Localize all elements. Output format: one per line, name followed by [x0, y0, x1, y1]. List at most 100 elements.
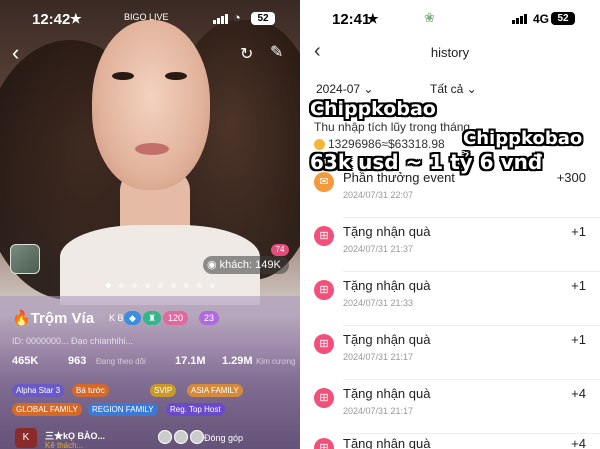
pager-dot[interactable]	[158, 283, 163, 288]
row-date: 2024/07/31 21:37	[343, 244, 414, 254]
back-icon[interactable]: ‹	[12, 40, 19, 66]
gift-icon: ⊞	[314, 388, 334, 408]
event-icon: ✉	[314, 172, 334, 192]
profile-photo-eye-right	[165, 72, 187, 80]
viewers-pill[interactable]: ◉ khách: 149K	[203, 256, 289, 274]
gift-icon: ⊞	[314, 438, 334, 449]
stat-value: 17.1M	[175, 355, 206, 367]
pager-dot[interactable]	[210, 283, 215, 288]
stat-value: 963	[68, 355, 87, 367]
stat-label: Kim cương	[256, 357, 296, 366]
edit-icon[interactable]: ✎	[270, 42, 283, 62]
gifter-avatar	[174, 430, 188, 444]
profile-tag[interactable]: GLOBAL FAMILY	[12, 403, 82, 416]
gift-icon: ⊞	[314, 280, 334, 300]
pager-dot[interactable]	[106, 283, 111, 288]
app-brand: BIGO LIVE	[124, 12, 169, 22]
row-date: 2024/07/31 21:33	[343, 298, 414, 308]
signal-icon	[512, 14, 527, 24]
pager-dot[interactable]	[171, 283, 176, 288]
profile-name: 🔥Trộm Vía	[12, 310, 95, 327]
signal-icon	[213, 14, 228, 24]
thumbnail-avatar[interactable]	[10, 244, 40, 274]
profile-tag[interactable]: REGION FAMILY	[88, 403, 158, 416]
profile-photo-lips	[135, 143, 169, 155]
contribute-link[interactable]: Đóng góp	[204, 433, 243, 443]
profile-tag[interactable]: Reg. Top Host	[166, 403, 225, 416]
history-row[interactable]: ⊞ Tặng nhận quà +4	[300, 430, 600, 449]
wifi-icon: ◔	[233, 10, 241, 25]
network-type: 4G	[533, 12, 550, 26]
gift-icon: ⊞	[314, 226, 334, 246]
type-filter[interactable]: Tất cả ⌄	[430, 82, 477, 96]
gifter-avatar	[190, 430, 204, 444]
viewers-label: khách: 149K	[219, 259, 281, 271]
pager-dot[interactable]	[132, 283, 137, 288]
gifter-avatar	[158, 430, 172, 444]
watermark-brand: Chippkobao	[310, 98, 436, 120]
stat-value: 1.29M	[222, 355, 253, 367]
row-date: 2024/07/31 22:07	[343, 190, 414, 200]
summary-label: Thu nhập tích lũy trong tháng	[314, 120, 471, 134]
profile-photo-face	[92, 20, 210, 190]
row-amount: +300	[556, 170, 586, 185]
status-time: 12:42	[32, 11, 71, 28]
row-title: Tặng nhận quà	[343, 332, 431, 347]
row-amount: +4	[571, 436, 586, 449]
profile-tag[interactable]: Bá tước	[72, 384, 109, 397]
fan-subtitle: Kê thách...	[45, 441, 84, 449]
history-row[interactable]: ⊞ Tặng nhận quà 2024/07/31 21:17 +4	[300, 380, 600, 434]
row-date: 2024/07/31 21:17	[343, 352, 414, 362]
history-row[interactable]: ⊞ Tặng nhận quà 2024/07/31 21:33 +1	[300, 272, 600, 326]
pager-dot[interactable]	[119, 283, 124, 288]
eye-icon: ◉	[207, 259, 220, 271]
star-icon: ★	[70, 11, 82, 26]
coin-icon	[314, 139, 325, 150]
page-title: history	[430, 45, 470, 60]
pager-dot[interactable]	[184, 283, 189, 288]
row-date: 2024/07/31 21:17	[343, 406, 414, 416]
live-profile-panel: 12:42 ★ BIGO LIVE ◔ 52 ‹ ↻ ✎ 74 ◉ khách:…	[0, 0, 300, 449]
battery-icon: 52	[251, 12, 275, 25]
gift-icon: ⊞	[314, 334, 334, 354]
month-filter[interactable]: 2024-07 ⌄	[316, 82, 373, 96]
status-time: 12:41	[332, 11, 371, 28]
profile-id-line: ID: 0000000... Đạo chianhihi...	[12, 336, 134, 346]
profile-tag[interactable]: ASIA FAMILY	[187, 384, 243, 397]
profile-tag[interactable]: SVIP	[150, 384, 177, 397]
screenshot-composite: 12:42 ★ BIGO LIVE ◔ 52 ‹ ↻ ✎ 74 ◉ khách:…	[0, 0, 600, 449]
history-row[interactable]: ⊞ Tặng nhận quà 2024/07/31 21:17 +1	[300, 326, 600, 380]
row-title: Tặng nhận quà	[343, 386, 431, 401]
status-bar: 12:41 ★ ❀ 4G 52	[300, 0, 600, 36]
viewer-count-badge: 74	[271, 244, 289, 256]
row-amount: +4	[571, 386, 586, 401]
row-title: Tặng nhận quà	[343, 224, 431, 239]
stat-value: 465K	[12, 355, 39, 367]
badge-icon: ♜	[143, 311, 162, 325]
profile-info-card: 🔥Trộm Vía K B ◆ ♜ 120 23 ID: 0000000... …	[0, 296, 300, 449]
history-panel: 12:41 ★ ❀ 4G 52 ‹ history 2024-07 ⌄ Tất …	[300, 0, 600, 449]
row-amount: +1	[571, 224, 586, 239]
summary-value: 13296986≈$63318.98	[328, 137, 445, 151]
top-gifters[interactable]	[158, 430, 204, 444]
photo-pager	[106, 283, 215, 288]
stat-label: Đang theo dõi	[96, 357, 146, 366]
watermark-headline: 63k usd ~ 1 tỷ 6 vnđ	[310, 150, 543, 174]
diamond-icon: ◆	[124, 311, 141, 325]
profile-tag[interactable]: Alpha Star 3	[12, 384, 65, 397]
watermark-brand: Chippkobao	[463, 128, 583, 149]
row-amount: +1	[571, 332, 586, 347]
status-bar: 12:42 ★ BIGO LIVE ◔ 52	[0, 0, 300, 36]
app-logo-icon: ❀	[424, 10, 435, 25]
pager-dot[interactable]	[197, 283, 202, 288]
row-title: Tặng nhận quà	[343, 436, 431, 449]
fan-avatar[interactable]: K	[15, 428, 37, 448]
level-badge-a: 120	[163, 311, 189, 325]
star-icon: ★	[367, 11, 379, 26]
history-row[interactable]: ⊞ Tặng nhận quà 2024/07/31 21:37 +1	[300, 218, 600, 272]
row-amount: +1	[571, 278, 586, 293]
row-title: Tặng nhận quà	[343, 278, 431, 293]
profile-photo-eye-left	[112, 72, 134, 80]
share-icon[interactable]: ↻	[240, 44, 253, 64]
pager-dot[interactable]	[145, 283, 150, 288]
